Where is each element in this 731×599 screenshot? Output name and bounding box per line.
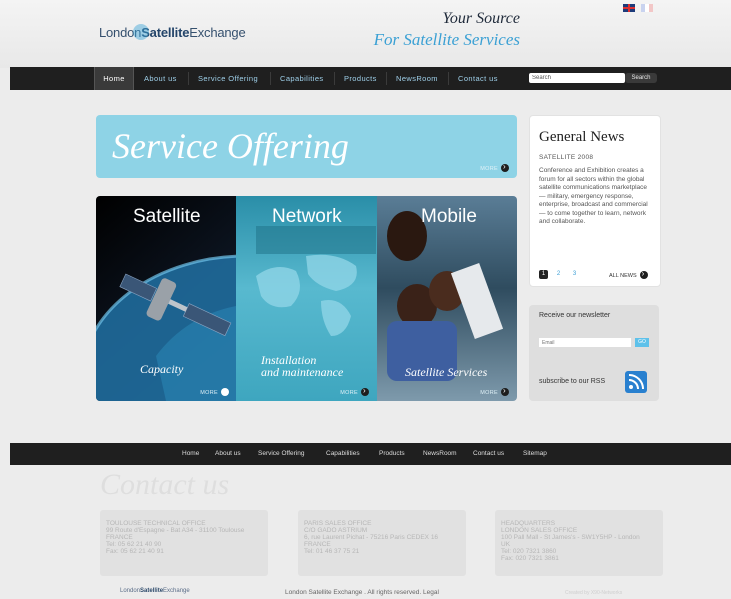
panel-satellite-caption: Capacity	[140, 362, 184, 376]
general-news-box: General News SATELLITE 2008 Conference a…	[529, 115, 661, 287]
panel-satellite-title: Satellite	[133, 206, 201, 227]
nav-products[interactable]: Products	[344, 67, 377, 90]
footer-nav-service-offering[interactable]: Service Offering	[258, 443, 304, 465]
header: LondonSatelliteExchange Your Source For …	[0, 0, 731, 68]
banner-title: Service Offering	[112, 126, 349, 166]
office-line: Fax: 020 7321 3861	[501, 555, 559, 562]
nav-contact-us[interactable]: Contact us	[458, 67, 498, 90]
news-headline[interactable]: SATELLITE 2008	[539, 154, 593, 161]
footer-logo-exchange: Exchange	[163, 588, 190, 594]
rss-glyph	[628, 374, 644, 390]
footer-logo[interactable]: LondonSatelliteExchange	[120, 588, 190, 594]
site-logo[interactable]: LondonSatelliteExchange	[99, 24, 246, 40]
rss-subscribe-label[interactable]: subscribe to our RSS	[539, 378, 605, 385]
footer-nav-about-us[interactable]: About us	[215, 443, 241, 465]
nav-separator	[386, 72, 387, 85]
panel-satellite-more-link[interactable]: MORE	[200, 386, 229, 396]
footer-nav-products[interactable]: Products	[379, 443, 405, 465]
news-page-3[interactable]: 3	[570, 270, 579, 279]
all-news-label: ALL NEWS	[609, 273, 637, 279]
footer-logo-london: London	[120, 588, 141, 594]
search-button[interactable]: Search	[625, 73, 657, 83]
service-offering-banner[interactable]: Service Offering MORE	[96, 115, 517, 178]
email-input[interactable]	[539, 338, 631, 347]
arrow-circle-icon	[639, 269, 648, 279]
news-title: General News	[539, 129, 625, 145]
news-page-2[interactable]: 2	[554, 270, 563, 279]
tagline-line1: Your Source	[442, 10, 521, 27]
panel-mobile-more-link[interactable]: MORE	[480, 386, 509, 396]
footer-logo-satellite: Satellite	[140, 588, 164, 594]
panel-network-title: Network	[272, 206, 342, 227]
nav-separator	[448, 72, 449, 85]
panel-more-label: MORE	[480, 390, 498, 396]
news-page-1[interactable]: 1	[539, 270, 548, 279]
nav-capabilities[interactable]: Capabilities	[280, 67, 324, 90]
nav-home[interactable]: Home	[94, 67, 134, 90]
office-toulouse: TOULOUSE TECHNICAL OFFICE 99 Route d'Esp…	[100, 510, 268, 576]
panel-mobile-title: Mobile	[421, 206, 477, 227]
logo-text-exchange: Exchange	[189, 25, 246, 40]
nav-newsroom[interactable]: NewsRoom	[396, 67, 438, 90]
banner-more-label: MORE	[480, 166, 498, 172]
office-paris: PARIS SALES OFFICE C/O GADO ASTRIUM 6, r…	[298, 510, 466, 576]
panel-network-more-link[interactable]: MORE	[340, 386, 369, 396]
footer-navigation: Home About us Service Offering Capabilit…	[10, 443, 731, 465]
nav-about-us[interactable]: About us	[144, 67, 177, 90]
credit-link[interactable]: Created by X90-Networks	[565, 590, 622, 596]
news-body: Conference and Exhibition creates a foru…	[539, 167, 648, 225]
panel-more-label: MORE	[340, 390, 358, 396]
panel-satellite[interactable]: Satellite Capacity MORE	[96, 196, 237, 401]
footer-nav-capabilities[interactable]: Capabilities	[326, 443, 360, 465]
nav-separator	[334, 72, 335, 85]
arrow-circle-icon	[361, 386, 369, 396]
rss-icon[interactable]	[625, 371, 647, 393]
footer-nav-sitemap[interactable]: Sitemap	[523, 443, 547, 465]
arrow-icon	[221, 386, 229, 396]
tagline-line2: For Satellite Services	[373, 30, 520, 49]
office-london-hq: HEADQUARTERS LONDON SALES OFFICE 100 Pal…	[495, 510, 663, 576]
arrow-circle-icon	[501, 162, 509, 172]
newsletter-go-button[interactable]: GO	[635, 338, 649, 347]
panel-network-caption: Installation and maintenance	[261, 354, 343, 378]
office-line: Fax: 05 62 21 40 91	[106, 548, 164, 555]
nav-service-offering[interactable]: Service Offering	[198, 67, 258, 90]
arrow-circle-icon	[501, 386, 509, 396]
all-news-link[interactable]: ALL NEWS	[609, 269, 648, 279]
office-line: Tel: 01 46 37 75 21	[304, 548, 360, 555]
nav-separator	[270, 72, 271, 85]
panel-mobile-caption: Satellite Services	[405, 365, 488, 379]
newsletter-box: Receive our newsletter GO subscribe to o…	[529, 305, 659, 401]
panel-more-label: MORE	[200, 390, 218, 396]
banner-more-link[interactable]: MORE	[480, 162, 509, 172]
copyright-text: London Satellite Exchange . All rights r…	[285, 589, 439, 596]
caption-line-2: and maintenance	[261, 365, 344, 379]
footer-nav-newsroom[interactable]: NewsRoom	[423, 443, 457, 465]
uk-flag-icon[interactable]	[623, 4, 635, 12]
footer-nav-contact-us[interactable]: Contact us	[473, 443, 504, 465]
search-input[interactable]	[529, 73, 625, 83]
footer-nav-home[interactable]: Home	[182, 443, 199, 465]
panel-mobile[interactable]: Mobile Satellite Services MORE	[377, 196, 517, 401]
fr-flag-icon[interactable]	[641, 4, 653, 12]
panel-network[interactable]: Network Installation and maintenance MOR…	[236, 196, 377, 401]
office-line: 100 Pall Mall - St James's - SW1Y5HP - L…	[501, 534, 640, 541]
contact-title: Contact us	[100, 468, 230, 501]
nav-separator	[188, 72, 189, 85]
newsletter-title: Receive our newsletter	[539, 312, 611, 319]
